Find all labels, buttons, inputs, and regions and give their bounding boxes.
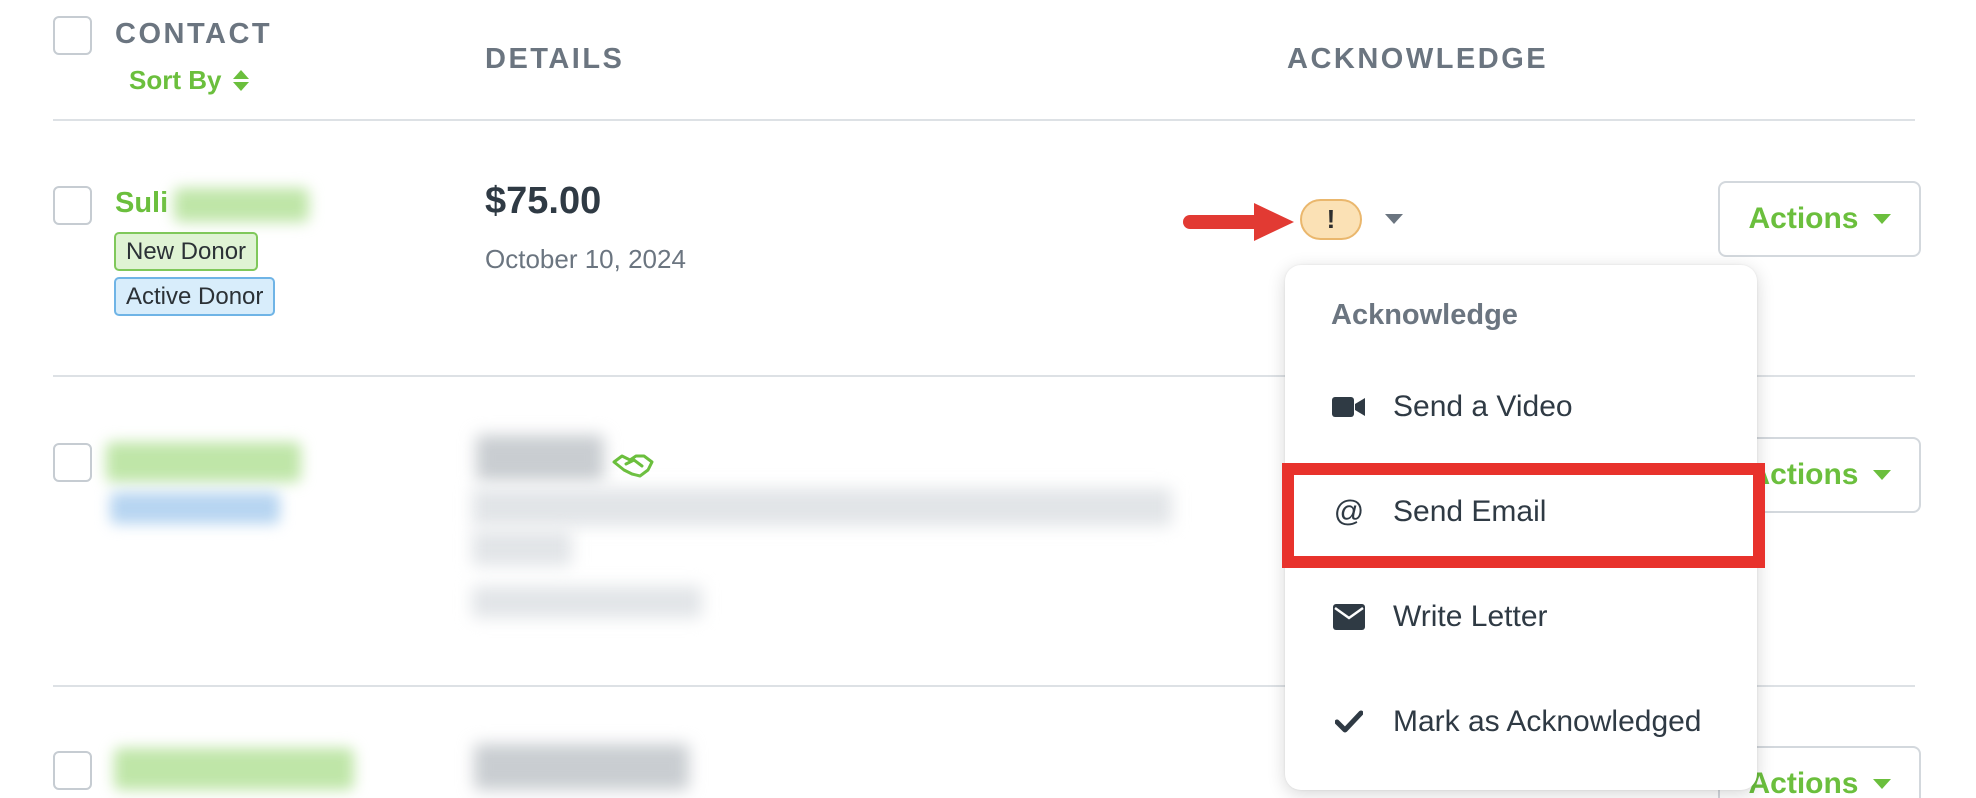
sort-arrows-icon (233, 70, 250, 91)
acknowledge-column-header: ACKNOWLEDGE (1287, 43, 1549, 75)
redacted-details-line (472, 488, 1172, 526)
actions-label: Actions (1748, 202, 1859, 235)
acknowledge-dropdown-caret-icon[interactable] (1385, 214, 1403, 224)
handshake-icon (612, 454, 654, 478)
chevron-down-icon (1872, 779, 1891, 789)
video-camera-icon (1331, 389, 1367, 425)
send-video-menu-item[interactable]: Send a Video (1285, 365, 1757, 449)
contact-name-link[interactable]: Suli (115, 187, 168, 220)
redacted-details-line (472, 530, 572, 566)
redacted-date (472, 586, 702, 618)
redacted-contact-name (106, 442, 301, 482)
select-all-checkbox[interactable] (53, 16, 92, 55)
dropdown-title: Acknowledge (1331, 299, 1518, 331)
row-checkbox[interactable] (53, 751, 92, 790)
redacted-amount (476, 435, 604, 481)
envelope-icon (1331, 599, 1367, 635)
menu-item-label: Send a Video (1393, 390, 1573, 423)
redacted-tag (110, 492, 280, 524)
write-letter-menu-item[interactable]: Write Letter (1285, 575, 1757, 659)
acknowledge-warning-badge[interactable]: ! (1300, 199, 1362, 240)
chevron-down-icon (1872, 470, 1891, 480)
sort-by-button[interactable]: Sort By (129, 65, 250, 96)
row-checkbox[interactable] (53, 443, 92, 482)
menu-item-label: Mark as Acknowledged (1393, 705, 1702, 738)
contact-column-header: CONTACT (115, 18, 273, 50)
checkmark-icon (1331, 704, 1367, 740)
mark-acknowledged-menu-item[interactable]: Mark as Acknowledged (1285, 680, 1757, 764)
redacted-contact-name (114, 748, 354, 790)
sort-by-label: Sort By (129, 65, 222, 95)
donation-date: October 10, 2024 (485, 244, 686, 274)
redacted-amount (474, 744, 689, 790)
details-column-header: DETAILS (485, 43, 625, 75)
actions-label: Actions (1748, 767, 1859, 798)
row-checkbox[interactable] (53, 186, 92, 225)
new-donor-tag: New Donor (114, 232, 259, 271)
redacted-last-name (174, 188, 309, 222)
annotation-highlight-box (1282, 463, 1765, 568)
active-donor-tag: Active Donor (114, 277, 276, 316)
header-divider (53, 119, 1915, 121)
annotation-arrow-head (1254, 203, 1294, 241)
actions-button[interactable]: Actions (1718, 181, 1921, 257)
chevron-down-icon (1872, 214, 1891, 224)
annotation-arrow-shaft (1183, 215, 1263, 229)
menu-item-label: Write Letter (1393, 600, 1548, 633)
donation-amount: $75.00 (485, 180, 602, 222)
